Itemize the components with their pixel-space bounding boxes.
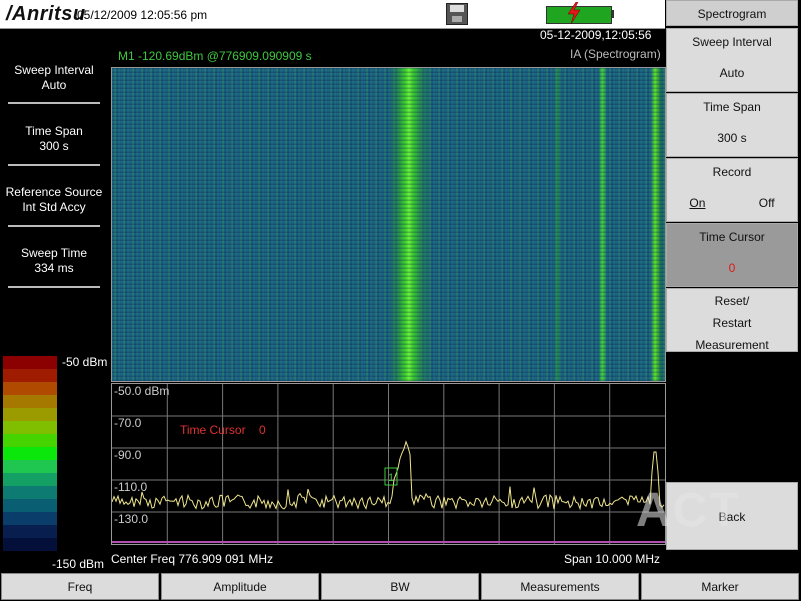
softkey-label: Time Cursor <box>699 230 765 244</box>
color-scale-segment <box>3 486 57 499</box>
marker-1-label: 1 <box>388 472 394 484</box>
battery-tip <box>611 10 614 18</box>
softkey-label: Measurement <box>695 338 769 352</box>
color-scale-segment <box>3 395 57 408</box>
color-scale-segment <box>3 499 57 512</box>
param-value: 334 ms <box>34 261 74 275</box>
color-scale-bottom-label: -150 dBm <box>52 557 105 571</box>
softkey-time-cursor[interactable]: Time Cursor 0 <box>666 223 798 287</box>
measurement-timestamp: 05-12-2009,12:05:56 <box>540 28 652 42</box>
divider <box>8 102 100 104</box>
softkey-record[interactable]: Record On Off <box>666 158 798 222</box>
bottom-key-bw[interactable]: BW <box>321 573 479 600</box>
divider <box>8 164 100 166</box>
param-sweep-time: Sweep Time 334 ms <box>0 246 108 276</box>
color-scale-segment <box>3 369 57 382</box>
color-scale-top-label: -50 dBm <box>62 355 108 369</box>
color-scale-segment <box>3 382 57 395</box>
watermark: ACT <box>636 484 741 537</box>
softkey-label: Reset/ <box>714 294 750 308</box>
softkey-time-span[interactable]: Time Span 300 s <box>666 93 798 157</box>
bottom-key-measurements[interactable]: Measurements <box>481 573 639 600</box>
param-reference-source: Reference Source Int Std Accy <box>0 185 108 215</box>
center-frequency-label: Center Freq 776.909 091 MHz <box>111 552 274 566</box>
record-on-option[interactable]: On <box>689 196 705 210</box>
color-scale-segment <box>3 356 57 369</box>
y-axis-label: -130.0 <box>114 512 149 526</box>
param-label: Time Span <box>25 124 83 138</box>
color-scale-segment <box>3 538 57 551</box>
softkey-label: Restart <box>712 316 752 330</box>
charging-bolt-icon <box>567 2 581 24</box>
marker-readout: M1 -120.69dBm @776909.090909 s <box>118 49 312 63</box>
y-axis-label: -50.0 dBm <box>114 384 170 398</box>
color-scale-segment <box>3 460 57 473</box>
softkey-value: Auto <box>719 66 745 80</box>
color-scale-segment <box>3 421 57 434</box>
softkey-value: 300 s <box>717 131 747 145</box>
brand-logo: /Anritsu <box>6 3 86 25</box>
param-time-span: Time Span 300 s <box>0 124 108 154</box>
color-scale-segment <box>3 525 57 538</box>
param-label: Reference Source <box>5 185 103 199</box>
softkey-sweep-interval[interactable]: Sweep Interval Auto <box>666 28 798 92</box>
softkey-label: Sweep Interval <box>692 35 772 49</box>
param-value: Auto <box>41 78 67 92</box>
color-scale-segment <box>3 434 57 447</box>
color-scale-segment <box>3 408 57 421</box>
param-value: 300 s <box>39 139 69 153</box>
span-label: Span 10.000 MHz <box>564 552 661 566</box>
status-datetime: 05/12/2009 12:05:56 pm <box>77 8 208 22</box>
param-sweep-interval: Sweep Interval Auto <box>0 63 108 93</box>
param-value: Int Std Accy <box>22 200 86 214</box>
softkey-label: Time Span <box>703 100 761 114</box>
bottom-key-amplitude[interactable]: Amplitude <box>161 573 319 600</box>
mode-label: IA (Spectrogram) <box>570 47 661 61</box>
y-axis-label: -110.0 <box>114 480 148 494</box>
color-scale-segment <box>3 473 57 486</box>
color-scale-segment <box>3 512 57 525</box>
time-cursor-label: Time Cursor <box>180 423 246 437</box>
color-scale-segment <box>3 447 57 460</box>
softkey-reset-restart[interactable]: Reset/ Restart Measurement <box>666 288 798 352</box>
divider <box>8 225 100 227</box>
param-label: Sweep Time <box>20 246 88 260</box>
softkey-label: Record <box>712 165 752 179</box>
record-off-option[interactable]: Off <box>759 196 775 210</box>
y-axis-label: -70.0 <box>114 416 142 430</box>
color-scale-bar <box>3 356 57 551</box>
divider <box>8 286 100 288</box>
y-axis-label: -90.0 <box>114 448 142 462</box>
bottom-key-marker[interactable]: Marker <box>641 573 799 600</box>
trace-graph: 1 <box>111 384 665 544</box>
bottom-key-freq[interactable]: Freq <box>1 573 159 600</box>
softkey-menu-title: Spectrogram <box>666 0 798 26</box>
spectrum-trace-plot[interactable]: 1 <box>111 383 666 545</box>
save-icon[interactable] <box>446 3 468 25</box>
param-label: Sweep Interval <box>14 63 94 77</box>
spectrogram-texture <box>112 68 665 381</box>
softkey-value: 0 <box>728 261 736 275</box>
time-cursor-value: 0 <box>259 423 266 437</box>
